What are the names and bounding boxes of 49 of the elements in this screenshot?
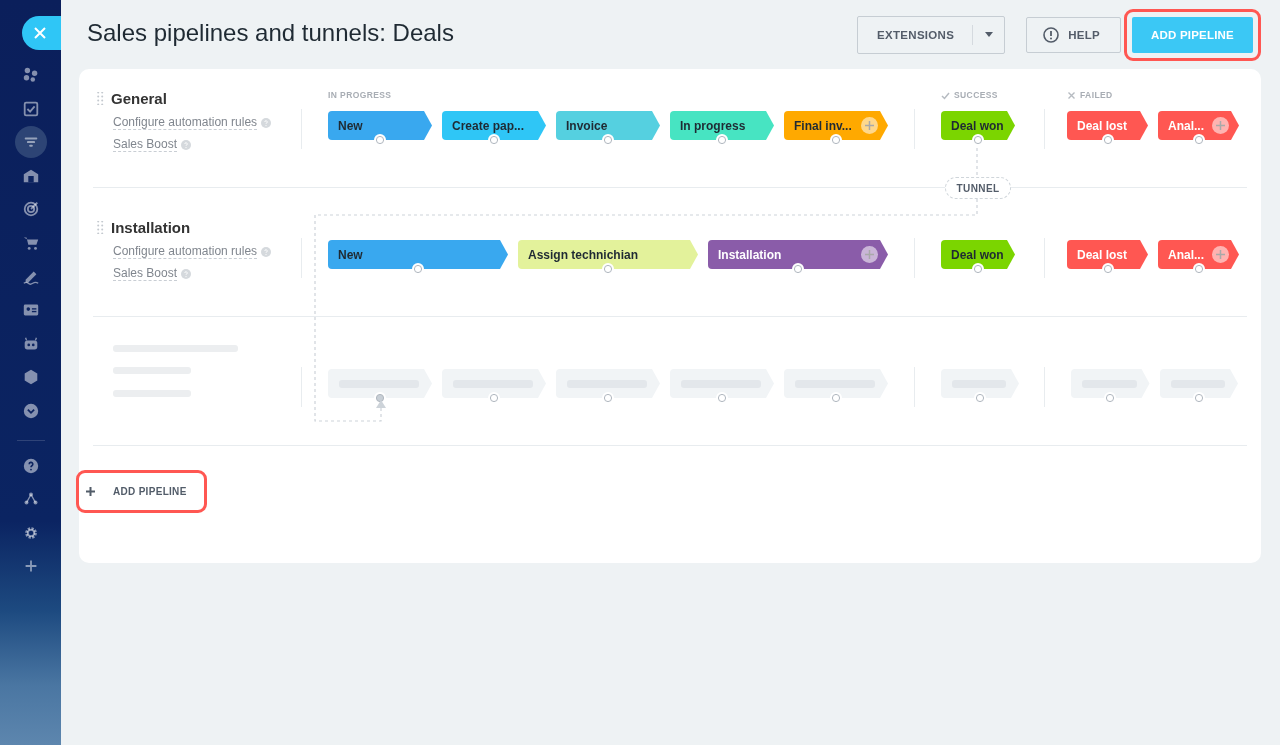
extensions-label[interactable]: EXTENSIONS — [877, 28, 973, 41]
pipeline-stage[interactable]: Final inv... — [784, 111, 888, 140]
settings-link[interactable]: Sales Boost — [113, 137, 178, 152]
settings-link[interactable]: Configure automation rules — [113, 244, 258, 259]
connection-point-icon[interactable] — [792, 263, 804, 275]
add-pipeline-button[interactable]: ADD PIPELINE — [79, 473, 204, 510]
pipeline-stage[interactable]: Anal... — [1158, 111, 1239, 140]
pipeline-stage[interactable]: Deal won — [941, 240, 1015, 269]
add-stage-icon[interactable] — [1212, 117, 1229, 134]
caret-icon[interactable] — [985, 32, 994, 37]
pipeline-stage[interactable]: New — [328, 240, 508, 269]
exclamation-icon[interactable] — [1043, 26, 1060, 43]
group-heading: IN PROGRESS — [328, 90, 392, 100]
settings-link[interactable]: Configure automation rules — [113, 115, 258, 130]
add-stage-icon[interactable] — [861, 117, 878, 134]
connection-point-icon[interactable] — [374, 134, 386, 146]
close-button[interactable] — [22, 16, 61, 50]
group-heading: FAILED — [1080, 90, 1113, 100]
settings-link[interactable]: Sales Boost — [113, 266, 178, 281]
pipeline-stage[interactable]: Create pap... — [442, 111, 546, 140]
connection-point-icon[interactable] — [1192, 263, 1205, 275]
connection-point-icon[interactable] — [1101, 263, 1114, 275]
check-icon — [941, 90, 950, 100]
group-heading: SUCCESS — [954, 90, 998, 100]
pipeline-stage[interactable]: Invoice — [556, 111, 660, 140]
drag-handle-icon[interactable] — [97, 220, 104, 234]
plus-icon[interactable] — [86, 487, 95, 496]
pipeline-title: General — [111, 89, 167, 107]
connection-point-icon[interactable] — [412, 263, 424, 275]
connection-point-icon[interactable] — [1101, 134, 1114, 146]
tunnel-label[interactable]: TUNNEL — [945, 177, 1011, 199]
help-button[interactable]: HELP — [1026, 16, 1122, 53]
pipeline-stage[interactable]: In progress — [670, 111, 774, 140]
pipeline-stage[interactable]: Deal lost — [1067, 240, 1148, 269]
extensions-button[interactable]: EXTENSIONS — [857, 15, 1006, 54]
filter-icon[interactable] — [14, 126, 47, 159]
pipeline-stage[interactable]: Assign technichian — [518, 240, 698, 269]
cross-icon — [1067, 90, 1076, 100]
connection-point-icon[interactable] — [1192, 134, 1205, 146]
pipeline-stage[interactable]: Installation — [708, 240, 888, 269]
pipeline-stage[interactable]: Anal... — [1158, 240, 1239, 269]
pipeline-stage[interactable]: Deal won — [941, 111, 1015, 140]
pipeline-stage[interactable]: New — [328, 111, 432, 140]
drag-handle-icon[interactable] — [97, 91, 104, 105]
page-title: Sales pipelines and tunnels: Deals — [87, 18, 455, 47]
pipeline-stage[interactable]: Deal lost — [1067, 111, 1148, 140]
pipeline-title: Installation — [111, 218, 191, 236]
add-stage-icon[interactable] — [861, 246, 878, 263]
add-stage-icon[interactable] — [1212, 246, 1229, 263]
